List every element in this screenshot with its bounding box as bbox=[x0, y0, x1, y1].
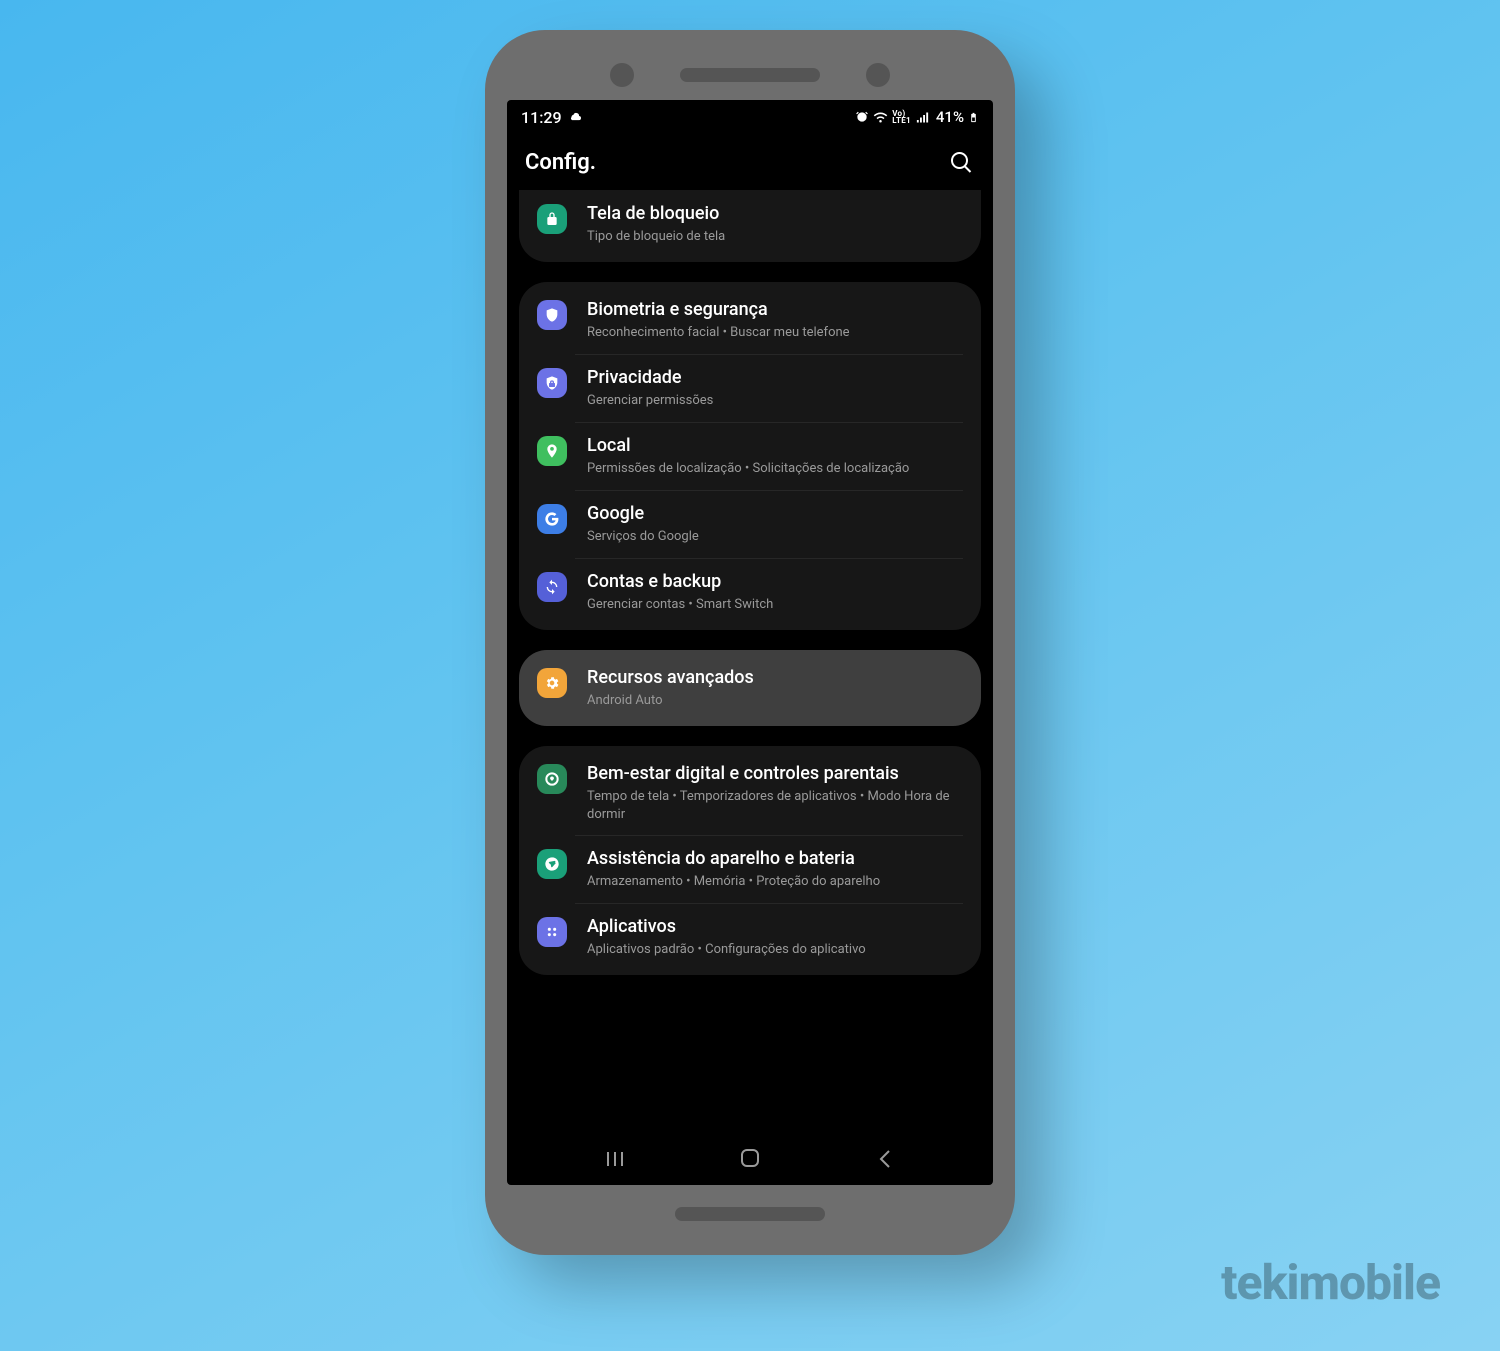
lock-icon bbox=[537, 204, 567, 234]
settings-row[interactable]: Assistência do aparelho e bateria Armazen… bbox=[519, 835, 981, 903]
settings-row[interactable]: Local Permissões de localização • Solicit… bbox=[519, 422, 981, 490]
settings-row-text: Bem-estar digital e controles parentais T… bbox=[587, 762, 963, 823]
wellbeing-icon bbox=[537, 764, 567, 794]
settings-row-text: Assistência do aparelho e bateria Armazen… bbox=[587, 847, 963, 891]
settings-row[interactable]: Bem-estar digital e controles parentais T… bbox=[519, 750, 981, 835]
watermark: tekimobile bbox=[1221, 1254, 1440, 1311]
settings-row[interactable]: Contas e backup Gerenciar contas • Smart … bbox=[519, 558, 981, 626]
wifi-icon bbox=[873, 110, 888, 125]
app-header: Config. bbox=[507, 134, 993, 190]
settings-row[interactable]: Google Serviços do Google bbox=[519, 490, 981, 558]
nav-home-button[interactable] bbox=[730, 1138, 770, 1178]
settings-row-subtitle: Reconhecimento facial • Buscar meu telef… bbox=[587, 324, 963, 342]
settings-group: Recursos avançados Android Auto bbox=[519, 650, 981, 726]
settings-row-subtitle: Armazenamento • Memória • Proteção do ap… bbox=[587, 873, 963, 891]
settings-row-subtitle: Aplicativos padrão • Configurações do ap… bbox=[587, 941, 963, 959]
care-icon bbox=[537, 849, 567, 879]
settings-row-title: Privacidade bbox=[587, 366, 963, 389]
settings-row-title: Bem-estar digital e controles parentais bbox=[587, 762, 963, 785]
settings-row-subtitle: Tipo de bloqueio de tela bbox=[587, 228, 963, 246]
settings-row-text: Aplicativos Aplicativos padrão • Configur… bbox=[587, 915, 963, 959]
settings-row[interactable]: Recursos avançados Android Auto bbox=[519, 654, 981, 722]
settings-row-subtitle: Permissões de localização • Solicitações… bbox=[587, 460, 963, 478]
settings-row[interactable]: Biometria e segurança Reconhecimento faci… bbox=[519, 286, 981, 354]
settings-row-text: Privacidade Gerenciar permissões bbox=[587, 366, 963, 410]
weather-icon bbox=[568, 108, 582, 127]
settings-row-text: Contas e backup Gerenciar contas • Smart … bbox=[587, 570, 963, 614]
search-icon bbox=[949, 150, 973, 174]
settings-row-title: Aplicativos bbox=[587, 915, 963, 938]
sensor-right bbox=[866, 63, 890, 87]
settings-row-subtitle: Serviços do Google bbox=[587, 528, 963, 546]
settings-row-text: Biometria e segurança Reconhecimento faci… bbox=[587, 298, 963, 342]
settings-row-subtitle: Android Auto bbox=[587, 692, 963, 710]
settings-row-title: Recursos avançados bbox=[587, 666, 963, 689]
pin-icon bbox=[537, 436, 567, 466]
settings-row[interactable]: Tela de bloqueio Tipo de bloqueio de tela bbox=[519, 190, 981, 258]
battery-icon bbox=[968, 110, 979, 125]
back-icon bbox=[874, 1147, 896, 1169]
status-bar: 11:29 Vo) LTE1 41% bbox=[507, 100, 993, 134]
page-title: Config. bbox=[525, 150, 596, 175]
settings-row-subtitle: Gerenciar permissões bbox=[587, 392, 963, 410]
navigation-bar bbox=[507, 1131, 993, 1185]
settings-row-subtitle: Gerenciar contas • Smart Switch bbox=[587, 596, 963, 614]
settings-row-title: Assistência do aparelho e bateria bbox=[587, 847, 963, 870]
alarm-icon bbox=[855, 110, 869, 124]
settings-row-title: Local bbox=[587, 434, 963, 457]
status-time: 11:29 bbox=[521, 108, 562, 127]
settings-group: Bem-estar digital e controles parentais T… bbox=[519, 746, 981, 975]
home-indicator bbox=[675, 1207, 825, 1221]
battery-percent: 41% bbox=[936, 108, 964, 126]
settings-group: Biometria e segurança Reconhecimento faci… bbox=[519, 282, 981, 630]
sync-icon bbox=[537, 572, 567, 602]
settings-list: Tela de bloqueio Tipo de bloqueio de tela… bbox=[507, 190, 993, 1131]
earpiece-speaker bbox=[680, 68, 820, 82]
nav-back-button[interactable] bbox=[865, 1138, 905, 1178]
nav-recents-button[interactable] bbox=[595, 1138, 635, 1178]
settings-row-title: Tela de bloqueio bbox=[587, 202, 963, 225]
network-label: Vo) LTE1 bbox=[892, 110, 911, 124]
settings-row-text: Recursos avançados Android Auto bbox=[587, 666, 963, 710]
privacy-icon bbox=[537, 368, 567, 398]
home-icon bbox=[738, 1146, 762, 1170]
settings-row[interactable]: Aplicativos Aplicativos padrão • Configur… bbox=[519, 903, 981, 971]
screen: 11:29 Vo) LTE1 41% Config. Tela de bloqu… bbox=[507, 100, 993, 1185]
gear-badge-icon bbox=[537, 668, 567, 698]
phone-frame: 11:29 Vo) LTE1 41% Config. Tela de bloqu… bbox=[485, 30, 1015, 1255]
settings-row-text: Local Permissões de localização • Solicit… bbox=[587, 434, 963, 478]
sensor-left bbox=[610, 63, 634, 87]
apps-icon bbox=[537, 917, 567, 947]
settings-group: Tela de bloqueio Tipo de bloqueio de tela bbox=[519, 190, 981, 262]
signal-icon bbox=[915, 110, 930, 125]
search-button[interactable] bbox=[947, 148, 975, 176]
google-icon bbox=[537, 504, 567, 534]
settings-row-title: Contas e backup bbox=[587, 570, 963, 593]
settings-row-text: Tela de bloqueio Tipo de bloqueio de tela bbox=[587, 202, 963, 246]
settings-row[interactable]: Privacidade Gerenciar permissões bbox=[519, 354, 981, 422]
settings-row-title: Google bbox=[587, 502, 963, 525]
settings-row-subtitle: Tempo de tela • Temporizadores de aplica… bbox=[587, 788, 963, 823]
settings-row-title: Biometria e segurança bbox=[587, 298, 963, 321]
recents-icon bbox=[604, 1147, 626, 1169]
shield-icon bbox=[537, 300, 567, 330]
settings-row-text: Google Serviços do Google bbox=[587, 502, 963, 546]
